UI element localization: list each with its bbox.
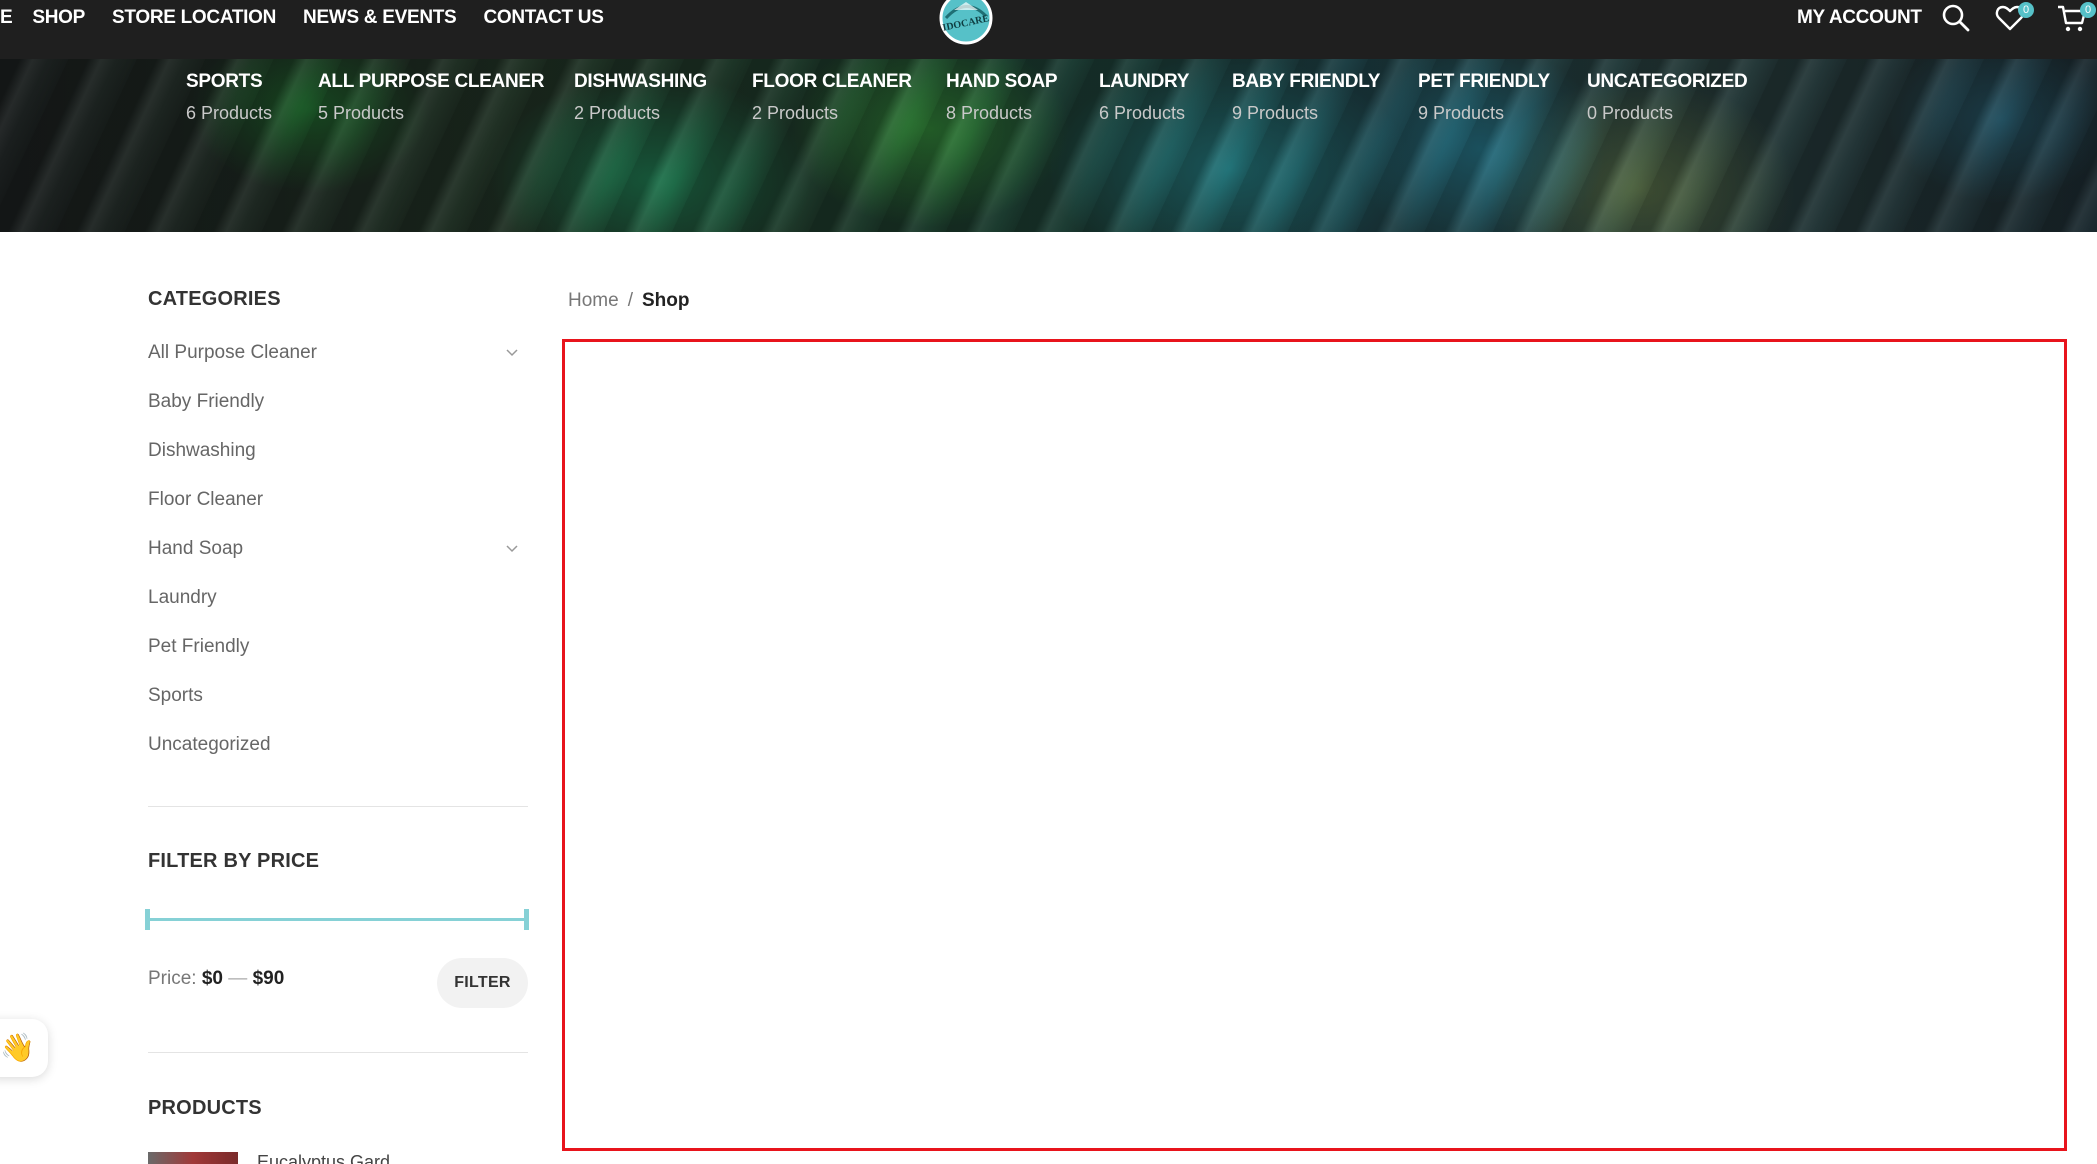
nav-store-location[interactable]: STORE LOCATION xyxy=(112,7,276,29)
sidebar-category-label: Pet Friendly xyxy=(148,636,250,657)
breadcrumb-current: Shop xyxy=(641,290,690,311)
categories-title: CATEGORIES xyxy=(148,288,281,310)
my-account-link[interactable]: MY ACCOUNT xyxy=(1797,0,1922,36)
banner-category-count: 6 Products xyxy=(186,103,273,123)
banner-category-count: 9 Products xyxy=(1418,103,1505,123)
product-thumbnail[interactable] xyxy=(148,1152,238,1164)
banner-category-title: DISHWASHING xyxy=(574,71,707,92)
banner-category-title: HAND SOAP xyxy=(946,71,1058,92)
price-dash: — xyxy=(228,968,248,989)
price-label: Price: xyxy=(148,968,197,989)
sidebar-category-label: Sports xyxy=(148,685,203,706)
breadcrumb: Home / Shop xyxy=(568,290,689,312)
filter-by-price-title: FILTER BY PRICE xyxy=(148,850,320,872)
cart-count-badge: 0 xyxy=(2080,2,2096,18)
chevron-down-icon[interactable] xyxy=(504,344,520,360)
main-nav: E SHOP STORE LOCATION NEWS & EVENTS CONT… xyxy=(0,0,631,36)
wave-hand-icon: 👋 xyxy=(0,1032,35,1063)
chevron-down-icon[interactable] xyxy=(504,540,520,556)
banner-category-dishwashing[interactable]: DISHWASHING 2 Products xyxy=(574,71,707,124)
products-title: PRODUCTS xyxy=(148,1097,262,1119)
banner-category-all-purpose-cleaner[interactable]: ALL PURPOSE CLEANER 5 Products xyxy=(318,71,545,124)
price-slider-max-handle[interactable] xyxy=(524,909,529,930)
sidebar-category-pet-friendly[interactable]: Pet Friendly xyxy=(148,636,528,666)
banner-category-baby-friendly[interactable]: BABY FRIENDLY 9 Products xyxy=(1232,71,1380,124)
banner-category-count: 9 Products xyxy=(1232,103,1319,123)
sidebar-category-dishwashing[interactable]: Dishwashing xyxy=(148,440,528,470)
sidebar-category-label: Hand Soap xyxy=(148,538,244,559)
sidebar-divider xyxy=(148,1052,528,1053)
nav-contact-us[interactable]: CONTACT US xyxy=(483,7,603,29)
nav-home-truncated[interactable]: E xyxy=(0,7,13,29)
nav-shop[interactable]: SHOP xyxy=(32,7,85,29)
search-icon[interactable] xyxy=(1940,2,1972,34)
banner-category-count: 6 Products xyxy=(1099,103,1186,123)
sidebar-category-laundry[interactable]: Laundry xyxy=(148,587,528,617)
sidebar-divider xyxy=(148,806,528,807)
banner-category-count: 5 Products xyxy=(318,103,405,123)
price-min-value: $0 xyxy=(201,968,223,989)
banner-category-pet-friendly[interactable]: PET FRIENDLY 9 Products xyxy=(1418,71,1550,124)
sidebar-category-baby-friendly[interactable]: Baby Friendly xyxy=(148,391,528,421)
sidebar-category-label: Floor Cleaner xyxy=(148,489,264,510)
sidebar-category-all-purpose-cleaner[interactable]: All Purpose Cleaner xyxy=(148,342,528,372)
sidebar-category-label: All Purpose Cleaner xyxy=(148,342,317,363)
price-slider-min-handle[interactable] xyxy=(145,909,150,930)
banner-category-title: SPORTS xyxy=(186,71,263,92)
price-max-value: $90 xyxy=(252,968,285,989)
banner-category-title: BABY FRIENDLY xyxy=(1232,71,1381,92)
banner-category-hand-soap[interactable]: HAND SOAP 8 Products xyxy=(946,71,1058,124)
banner-category-laundry[interactable]: LAUNDRY 6 Products xyxy=(1099,71,1189,124)
nav-news-events[interactable]: NEWS & EVENTS xyxy=(303,7,457,29)
banner-category-title: FLOOR CLEANER xyxy=(752,71,912,92)
product-grid-area xyxy=(562,339,2067,1151)
filter-button[interactable]: FILTER xyxy=(437,958,528,1008)
banner-category-sports[interactable]: SPORTS 6 Products xyxy=(186,71,272,124)
product-name-link[interactable]: Eucalyptus Gard... xyxy=(257,1152,405,1164)
breadcrumb-home[interactable]: Home xyxy=(568,290,619,311)
banner-category-uncategorized[interactable]: UNCATEGORIZED 0 Products xyxy=(1587,71,1748,124)
sidebar-category-label: Dishwashing xyxy=(148,440,256,461)
sidebar-category-label: Laundry xyxy=(148,587,217,608)
banner-category-count: 2 Products xyxy=(752,103,839,123)
banner-category-count: 2 Products xyxy=(574,103,661,123)
sidebar-category-floor-cleaner[interactable]: Floor Cleaner xyxy=(148,489,528,519)
category-banner: SPORTS 6 Products ALL PURPOSE CLEANER 5 … xyxy=(0,59,2097,232)
banner-category-title: ALL PURPOSE CLEANER xyxy=(318,71,545,92)
banner-category-floor-cleaner[interactable]: FLOOR CLEANER 2 Products xyxy=(752,71,912,124)
breadcrumb-separator: / xyxy=(627,290,633,311)
site-logo[interactable]: IDOCARE xyxy=(932,0,1000,48)
chat-widget-button[interactable]: 👋 xyxy=(0,1019,48,1077)
sidebar-category-sports[interactable]: Sports xyxy=(148,685,528,715)
price-range-text: Price: $0 — $90 xyxy=(148,968,284,990)
top-header: E SHOP STORE LOCATION NEWS & EVENTS CONT… xyxy=(0,0,2097,59)
banner-category-count: 0 Products xyxy=(1587,103,1674,123)
sidebar-category-label: Baby Friendly xyxy=(148,391,265,412)
banner-category-title: UNCATEGORIZED xyxy=(1587,71,1748,92)
banner-category-count: 8 Products xyxy=(946,103,1033,123)
banner-category-title: LAUNDRY xyxy=(1099,71,1190,92)
price-slider-track[interactable] xyxy=(148,918,528,921)
sidebar-category-uncategorized[interactable]: Uncategorized xyxy=(148,734,528,764)
wishlist-count-badge: 0 xyxy=(2018,2,2034,18)
banner-category-title: PET FRIENDLY xyxy=(1418,71,1550,92)
sidebar-category-hand-soap[interactable]: Hand Soap xyxy=(148,538,528,568)
sidebar-category-label: Uncategorized xyxy=(148,734,271,755)
